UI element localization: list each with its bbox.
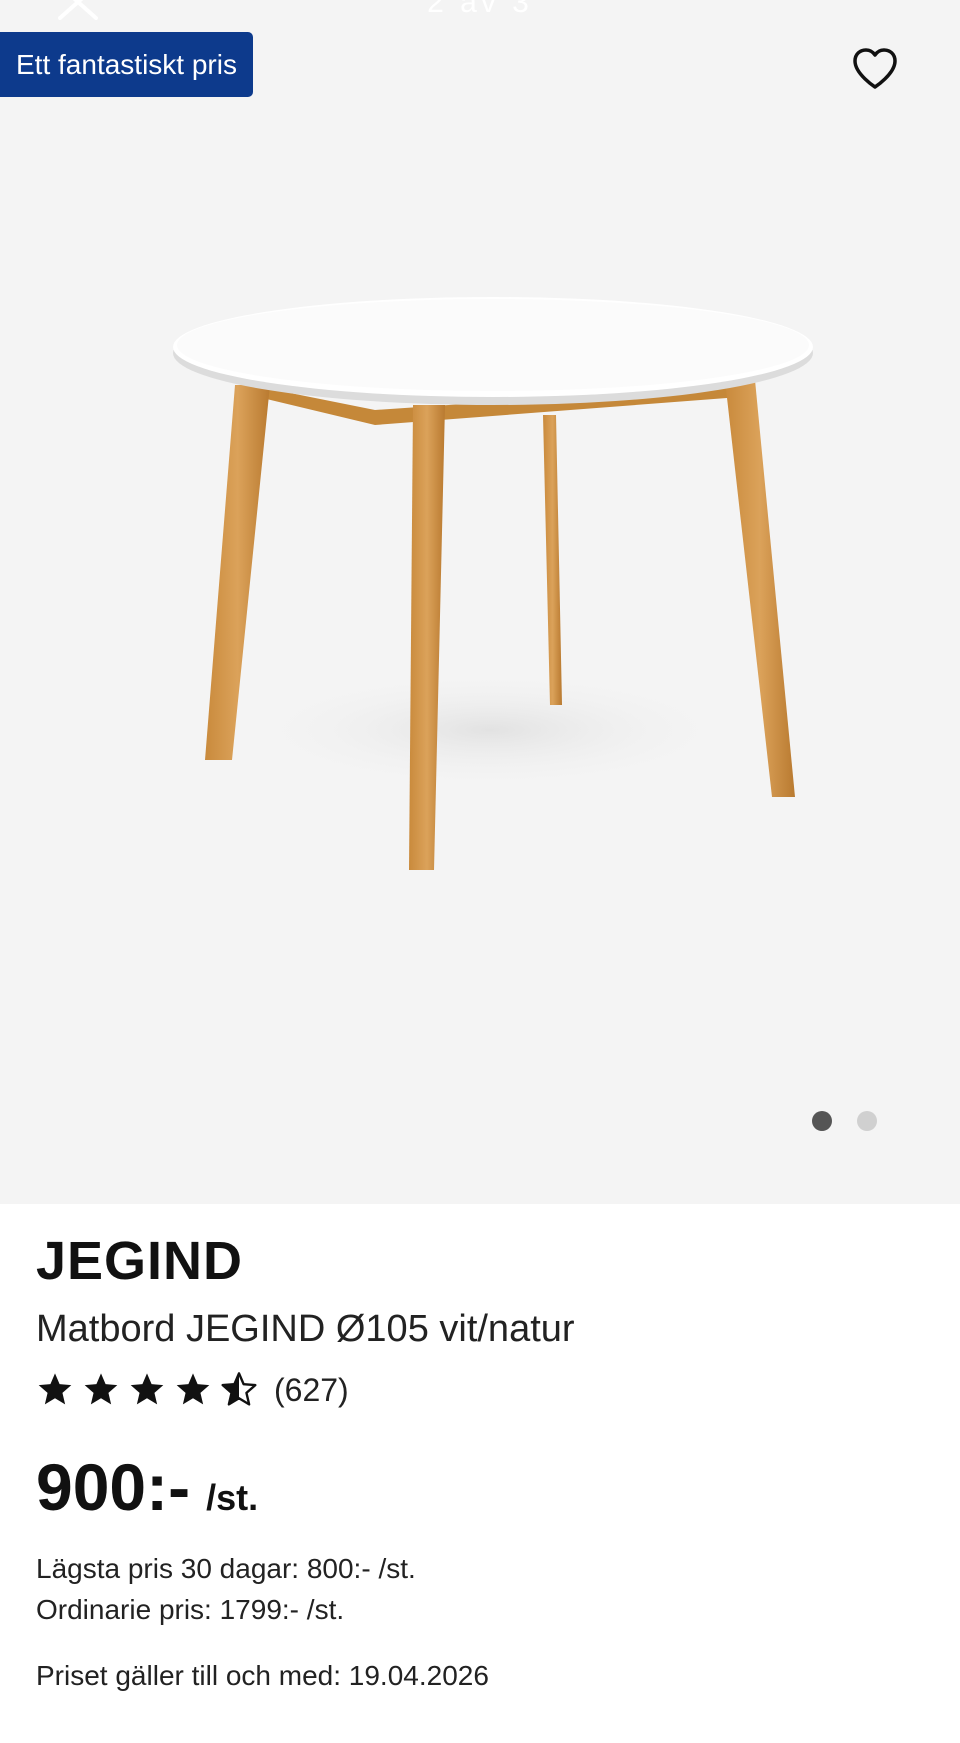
review-count[interactable]: (627) — [274, 1372, 349, 1409]
product-price: 900:- — [36, 1450, 191, 1524]
product-info: JEGIND Matbord JEGIND Ø105 vit/natur (62… — [36, 1228, 926, 1696]
gallery-pagination — [812, 1111, 877, 1131]
price-unit: /st. — [206, 1477, 259, 1518]
price-details: Lägsta pris 30 dagar: 800:- /st. Ordinar… — [36, 1548, 926, 1630]
price-row: 900:- /st. — [36, 1450, 926, 1524]
half-star-icon — [221, 1372, 257, 1406]
price-valid-until: Priset gäller till och med: 19.04.2026 — [36, 1660, 489, 1691]
product-brand: JEGIND — [36, 1231, 244, 1291]
lowest-price-30-days: Lägsta pris 30 dagar: 800:- /st. — [36, 1553, 416, 1584]
image-counter: 2 av 3 — [427, 0, 533, 19]
star-icon — [84, 1373, 118, 1405]
product-rating[interactable]: (627) — [36, 1370, 926, 1410]
star-icon — [130, 1373, 164, 1405]
product-name: Matbord JEGIND Ø105 vit/natur — [36, 1308, 575, 1350]
pagination-dot-1[interactable] — [812, 1111, 832, 1131]
rating-stars — [36, 1371, 258, 1409]
pagination-dot-2[interactable] — [857, 1111, 877, 1131]
star-icon — [38, 1373, 72, 1405]
product-image — [173, 297, 813, 870]
price-badge: Ett fantastiskt pris — [0, 32, 253, 97]
regular-price: Ordinarie pris: 1799:- /st. — [36, 1594, 345, 1625]
heart-icon — [853, 48, 897, 89]
star-icon — [176, 1373, 210, 1405]
favorite-button[interactable] — [850, 46, 900, 92]
product-image-gallery[interactable]: 2 av 3 Ett fantastiskt pris — [0, 0, 960, 1204]
